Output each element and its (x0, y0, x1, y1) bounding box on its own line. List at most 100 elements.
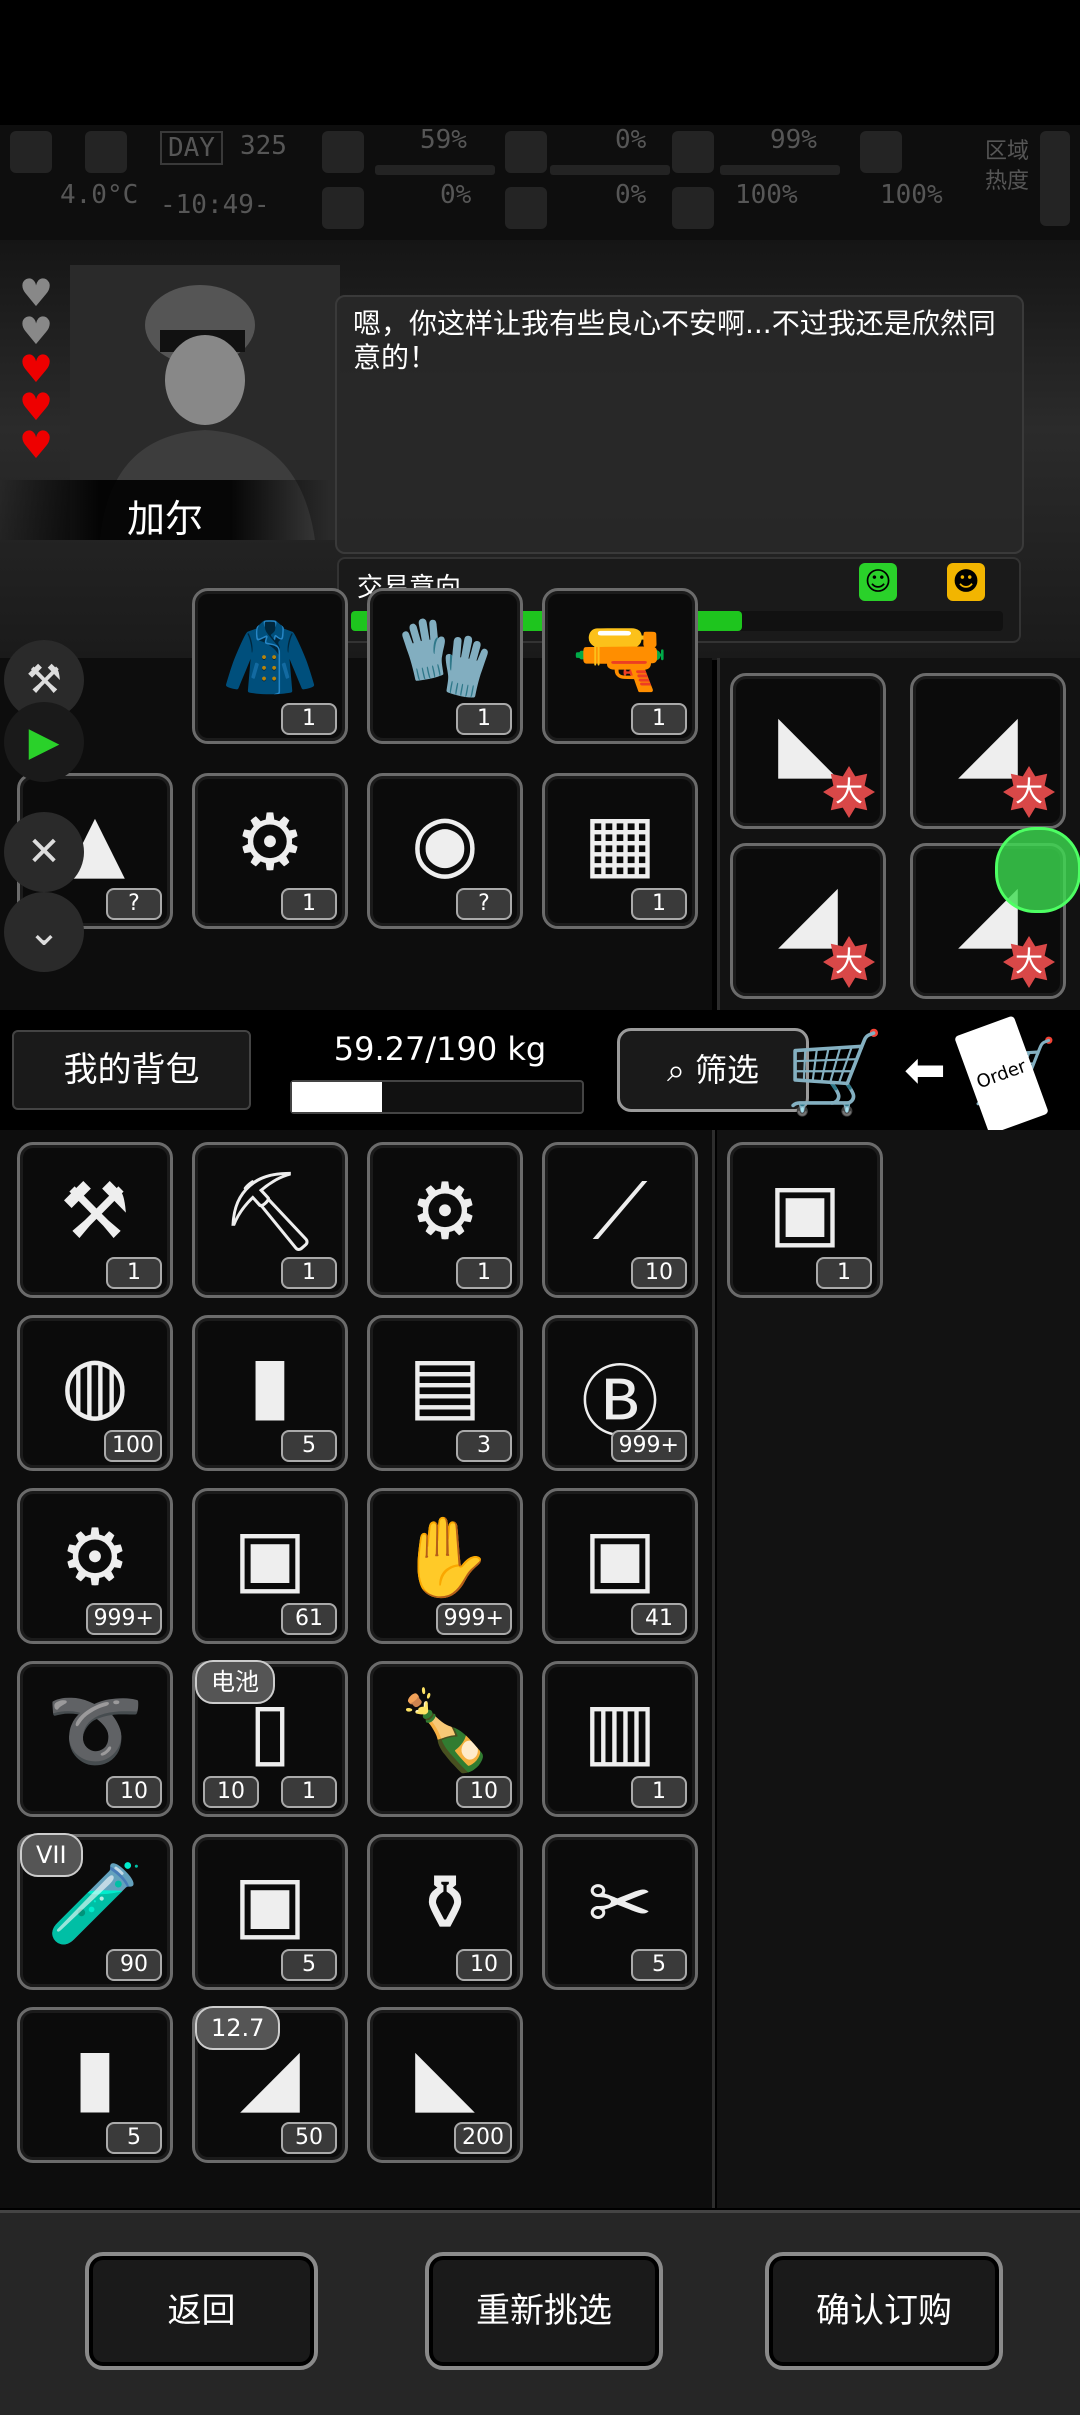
item-slot[interactable]: ▯ 1 10 电池 (192, 1660, 348, 1817)
item-count: 5 (281, 1949, 337, 1981)
item-slot[interactable]: ◍ 100 (17, 1315, 173, 1471)
clock: -10:49- (160, 190, 270, 220)
crate-icon: ▣ (233, 1513, 307, 1603)
item-slot[interactable]: ◉? (367, 773, 523, 929)
flashlight-icon: ▮ (73, 2032, 117, 2122)
item-count: 1 (631, 703, 687, 735)
item-slot[interactable]: ✂ 5 (542, 1834, 698, 1990)
stamina-value: 100% (735, 180, 798, 210)
item-slot[interactable]: 🔫 1 (542, 588, 698, 744)
filter-label: 筛选 (695, 1051, 760, 1089)
item-slot[interactable]: ⚙ 999+ (17, 1488, 173, 1644)
item-slot[interactable]: ⛏ 1 (192, 1142, 348, 1298)
glue-icon: ◣ (778, 698, 838, 788)
item-slot[interactable]: ✋ 999+ (367, 1488, 523, 1644)
item-slot[interactable]: ▮ 5 (192, 1315, 348, 1471)
heart-empty-icon: ♥ (18, 309, 54, 353)
item-count: 5 (106, 2122, 162, 2154)
item-slot[interactable]: ◢ 大 (910, 673, 1066, 829)
item-slot[interactable]: ▣ 5 (192, 1834, 348, 1990)
weight-fill (292, 1082, 382, 1112)
item-slot[interactable]: ▥ 1 (542, 1661, 698, 1817)
item-count: 5 (631, 1949, 687, 1981)
drag-target-icon[interactable] (995, 827, 1080, 913)
item-count: 61 (281, 1603, 337, 1635)
item-count: 50 (281, 2122, 337, 2154)
item-count: 1 (281, 1776, 337, 1808)
item-slot[interactable]: ⚱ 10 (367, 1834, 523, 1990)
heart-full-icon: ♥ (18, 385, 54, 429)
item-slot[interactable]: ▤ 3 (367, 1315, 523, 1471)
npc-name: 加尔 (126, 497, 203, 541)
crate-icon: ▣ (583, 1513, 657, 1603)
item-tag: 12.7 (195, 2006, 281, 2050)
stomach-value: 99% (770, 125, 817, 155)
stomach-bar (720, 165, 840, 175)
heat-label: 热度 (985, 169, 1030, 194)
item-slot[interactable]: ⚒ 1 (17, 1142, 173, 1298)
item-slot[interactable]: 🧥 1 (192, 588, 348, 744)
bottle-sprayer-icon: ▮ (248, 1340, 292, 1430)
item-count: 1 (456, 703, 512, 735)
item-count: 100 (104, 1430, 162, 1462)
item-slot[interactable]: ▣ 61 (192, 1488, 348, 1644)
item-slot[interactable]: ▮ 5 (17, 2007, 173, 2163)
shopping-cart-icon[interactable]: 🛒 (785, 1028, 885, 1118)
toolbox-icon: ▤ (408, 1340, 482, 1430)
item-slot[interactable]: ◢ 大 (730, 843, 886, 999)
play-button[interactable]: ▶ (4, 702, 84, 782)
rope-icon: ➰ (46, 1686, 144, 1776)
shovel-icon: ⛏ (220, 1167, 320, 1257)
item-slot[interactable]: 🍾 10 (367, 1661, 523, 1817)
item-slot[interactable]: ▦ 1 (542, 773, 698, 929)
item-count: 1 (106, 1257, 162, 1289)
item-slot[interactable]: ▣ 41 (542, 1488, 698, 1644)
item-slot[interactable]: ▣ 1 (727, 1142, 883, 1298)
health-bar (375, 165, 495, 175)
item-count: 10 (631, 1257, 687, 1289)
item-slot[interactable]: ➰ 10 (17, 1661, 173, 1817)
item-slot[interactable]: ⚙ 1 (192, 773, 348, 929)
weight-bar (290, 1080, 584, 1114)
item-slot[interactable]: ◣ 大 (730, 673, 886, 829)
item-slot[interactable]: 🧪 90 VII (17, 1833, 173, 1990)
item-count: ? (456, 888, 512, 920)
day-number: 325 (240, 131, 287, 161)
glue-icon: ◣ (415, 2032, 475, 2122)
sell-panel[interactable]: ▣ 1 (717, 1130, 1080, 2208)
confirm-order-button[interactable]: 确认订购 (765, 2252, 1003, 2370)
filter-button[interactable]: ⌕ 筛选 (617, 1028, 809, 1112)
close-icon[interactable]: ✕ (4, 812, 84, 892)
item-slot[interactable]: Ⓑ 999+ (542, 1315, 698, 1471)
arrow-left-icon: ⬅ (904, 1041, 946, 1099)
affection-hearts: ♥ ♥ ♥ ♥ ♥ (16, 274, 60, 465)
heart-icon (672, 187, 714, 229)
npc-dialog-text: 嗯，你这样让我有些良心不安啊...不过我还是欣然同意的！ (353, 307, 996, 374)
chevron-down-icon[interactable]: ⌄ (4, 892, 84, 972)
item-count: 1 (281, 1257, 337, 1289)
item-slot[interactable]: ⟋ 10 (542, 1142, 698, 1298)
gear-badge-icon: ⚙ (60, 1513, 130, 1603)
survival-hud: DAY 325 4.0°C -10:49- 59% 0% 0% 0% 99% 1… (0, 125, 1080, 240)
liquor-bottle-icon: 🍾 (396, 1686, 494, 1776)
order-cart-icon[interactable]: 🛒Order (954, 1015, 1070, 1135)
item-slot[interactable]: ◢ 50 12.7 (192, 2006, 348, 2163)
bag-inventory[interactable]: ⚒ 1 ⛏ 1 ⚙ 1 ⟋ 10 ◍ 100 ▮ 5 ▤ 3 Ⓑ 999+ ⚙ 999+ ▣ 61 ✋ 999+ ▣ 41 ➰ 1… (0, 1130, 715, 2208)
item-slot[interactable]: ⚙ 1 (367, 1142, 523, 1298)
item-tag: 电池 (195, 1660, 275, 1704)
area-label: 区域 (985, 139, 1030, 164)
weight-text: 59.27/190 kg (333, 1030, 547, 1068)
back-button[interactable]: 返回 (85, 2252, 318, 2370)
season-icon (10, 131, 52, 173)
reselect-button[interactable]: 重新挑选 (425, 2252, 663, 2370)
stomach-icon (672, 131, 714, 173)
item-durability: 10 (203, 1776, 259, 1808)
lockpick-icon: ⟋ (592, 1167, 648, 1257)
item-slot[interactable]: ◣ 200 (367, 2007, 523, 2163)
merchant-inventory[interactable]: 🧥 1 🧤 1 🔫 1 ▲? ⚙ 1 ◉? ▦ 1 (0, 588, 712, 1010)
bleed-bar (550, 165, 670, 175)
crate-icon: ▣ (233, 1859, 307, 1949)
crate-icon: ▣ (768, 1167, 842, 1257)
order-label: Order (954, 1015, 1050, 1135)
item-slot[interactable]: 🧤 1 (367, 588, 523, 744)
